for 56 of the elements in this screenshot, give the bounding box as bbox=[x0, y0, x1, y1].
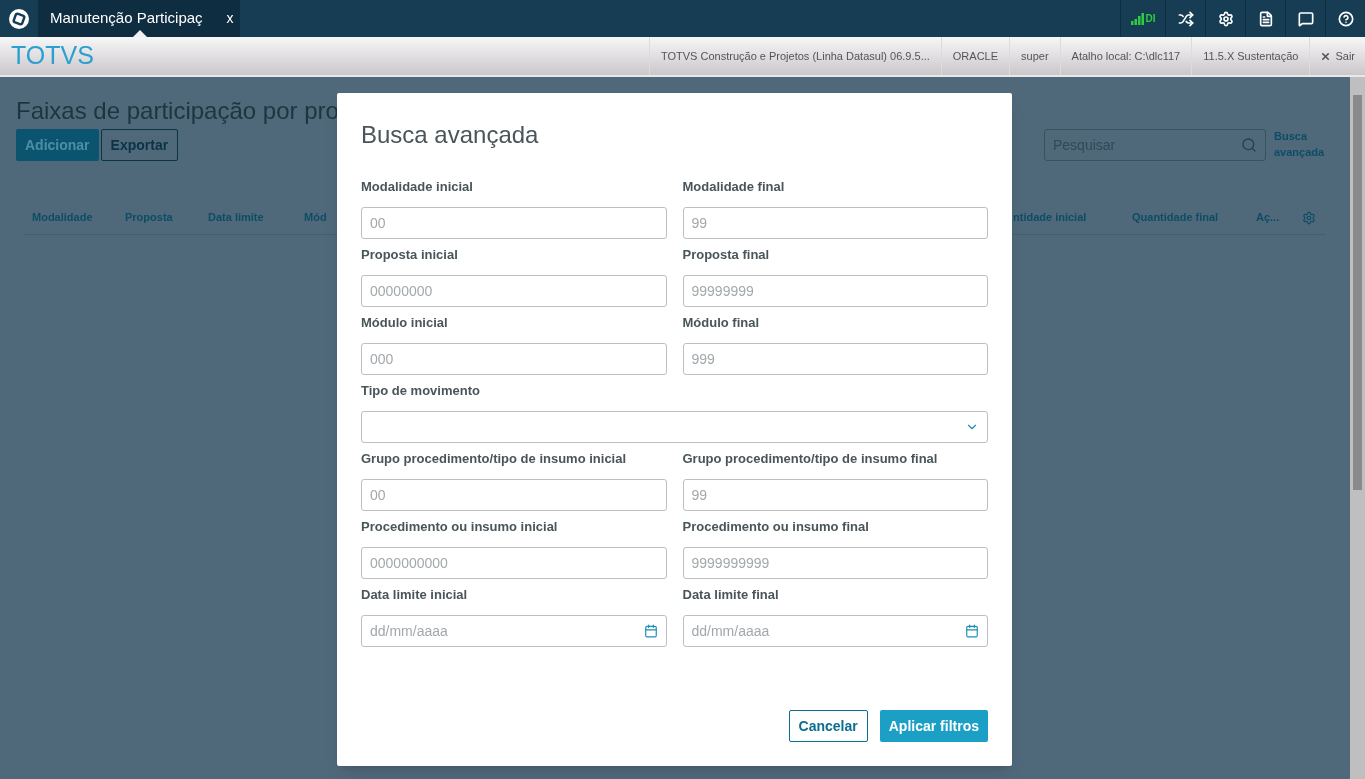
input-field[interactable]: 00 bbox=[361, 207, 667, 239]
field-label: Módulo inicial bbox=[361, 315, 449, 331]
page-title: Faixas de participação por pro bbox=[16, 96, 336, 126]
input-field[interactable]: 00000000 bbox=[361, 275, 667, 307]
brand-logo: TOTVS bbox=[10, 40, 94, 72]
field-label: Procedimento ou insumo inicial bbox=[361, 519, 559, 535]
input-field[interactable]: 99999999 bbox=[682, 275, 988, 307]
header-info: super bbox=[1009, 37, 1060, 75]
input-field[interactable]: 000 bbox=[361, 343, 667, 375]
logout-button[interactable]: Sair bbox=[1309, 37, 1365, 75]
input-field[interactable]: 99 bbox=[682, 479, 988, 511]
field-label: Modalidade inicial bbox=[361, 179, 474, 195]
page-button[interactable]: Adicionar bbox=[16, 129, 99, 161]
cancel-button[interactable]: Cancelar bbox=[788, 710, 868, 742]
header-info: TOTVS Construção e Projetos (Linha Datasul) 06.9.5... bbox=[649, 37, 941, 75]
tab-close-button[interactable]: x bbox=[226, 8, 234, 29]
input-field[interactable]: 0000000000 bbox=[361, 547, 667, 579]
column-header[interactable]: Proposta bbox=[125, 209, 208, 226]
field-label: Procedimento ou insumo final bbox=[682, 519, 870, 535]
column-header[interactable]: Aç... bbox=[1256, 209, 1302, 226]
date-field[interactable]: dd/mm/aaaa bbox=[682, 615, 988, 647]
advanced-search-link[interactable]: Busca avançada bbox=[1274, 128, 1334, 160]
app-tab[interactable]: Manutenção Participaç x bbox=[38, 0, 240, 37]
dialog-title: Busca avançada bbox=[361, 120, 540, 150]
column-header[interactable]: Quantidade final bbox=[1132, 209, 1256, 226]
search-icon bbox=[1241, 137, 1257, 153]
column-header[interactable]: Modalidade bbox=[24, 209, 125, 226]
field-label: Data limite final bbox=[682, 587, 780, 603]
field-label: Modalidade final bbox=[682, 179, 786, 195]
column-header[interactable]: ntidade inicial bbox=[1013, 209, 1132, 226]
header-info: ORACLE bbox=[940, 37, 1010, 75]
header-info: 11.5.X Sustentação bbox=[1191, 37, 1310, 75]
date-field[interactable]: dd/mm/aaaa bbox=[361, 615, 667, 647]
close-icon bbox=[1320, 50, 1332, 62]
logo-icon[interactable] bbox=[8, 7, 30, 30]
field-label: Data limite inicial bbox=[361, 587, 469, 603]
field-label: Proposta inicial bbox=[361, 247, 459, 263]
field-label: Grupo procedimento/tipo de insumo final bbox=[682, 451, 939, 467]
column-header[interactable]: Mód bbox=[304, 209, 334, 226]
signal-icon bbox=[1130, 12, 1144, 25]
input-field[interactable]: 99 bbox=[682, 207, 988, 239]
page-button[interactable]: Exportar bbox=[100, 129, 179, 161]
field-label: Tipo de movimento bbox=[361, 383, 481, 399]
select-field[interactable] bbox=[361, 411, 988, 443]
input-field[interactable]: 00 bbox=[361, 479, 667, 511]
connection-label: DI bbox=[1145, 12, 1156, 26]
calendar-icon bbox=[643, 624, 658, 638]
header-info: Atalho local: C:\dlc117 bbox=[1059, 37, 1192, 75]
input-field[interactable]: 9999999999 bbox=[682, 547, 988, 579]
apply-button[interactable]: Aplicar filtros bbox=[879, 710, 988, 742]
field-label: Proposta final bbox=[682, 247, 771, 263]
input-field[interactable]: 999 bbox=[682, 343, 988, 375]
field-label: Módulo final bbox=[682, 315, 761, 331]
field-label: Grupo procedimento/tipo de insumo inicial bbox=[361, 451, 628, 467]
calendar-icon bbox=[965, 624, 979, 638]
column-header[interactable]: Data limite bbox=[208, 209, 304, 226]
